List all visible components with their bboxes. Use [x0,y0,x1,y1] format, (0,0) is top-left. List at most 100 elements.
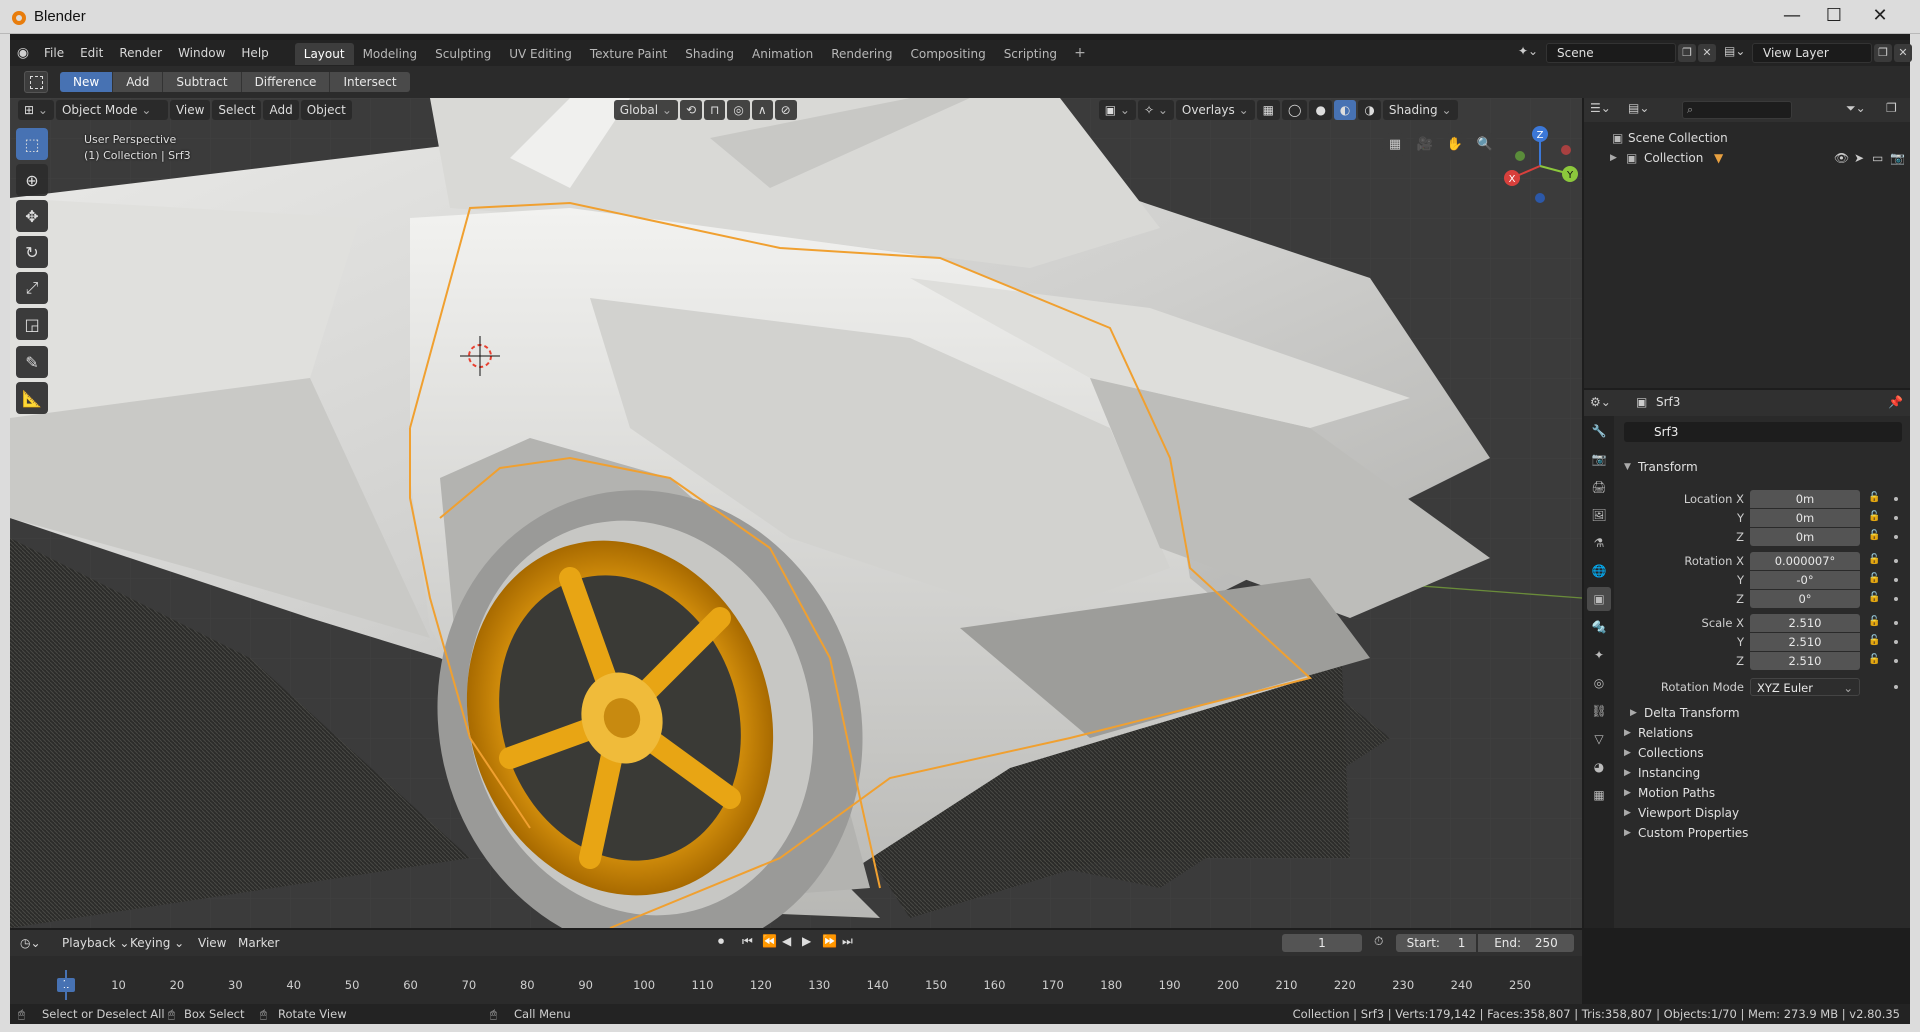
keyframe-dot-icon[interactable] [1894,685,1898,689]
data-tab-icon[interactable]: ▽ [1587,727,1611,751]
outliner-row-collection[interactable]: ▶ ▣ Collection ▼ 👁 ➤ ▭ 📷 [1584,148,1910,168]
tab-animation[interactable]: Animation [743,43,822,65]
visibility-eye-icon[interactable]: 👁 [1834,148,1849,168]
tab-compositing[interactable]: Compositing [901,43,994,65]
rotation-z-field[interactable]: 0° [1750,590,1860,608]
shading-wireframe-icon[interactable]: ◯ [1282,100,1308,120]
show-gizmo-icon[interactable]: ✧ [1137,100,1174,120]
object-tab-icon[interactable]: ▣ [1587,587,1611,611]
mode-new-button[interactable]: New [60,72,114,92]
object-mode-dropdown[interactable]: Object Mode [55,100,168,120]
lock-icon[interactable]: 🔓 [1868,530,1880,542]
filter-icon[interactable]: ⏷⌄ [1846,101,1866,116]
keyframe-dot-icon[interactable] [1894,535,1898,539]
annotate-tool-icon[interactable]: ✎ [16,346,48,378]
keyframe-dot-icon[interactable] [1894,497,1898,501]
add-workspace-button[interactable]: + [1066,45,1094,61]
texture-tab-icon[interactable]: ▦ [1587,783,1611,807]
tab-texture-paint[interactable]: Texture Paint [581,43,676,65]
close-button[interactable]: ✕ [1860,2,1900,30]
rotation-x-field[interactable]: 0.000007° [1750,552,1860,570]
location-y-field[interactable]: 0m [1750,509,1860,527]
menu-help[interactable]: Help [233,40,276,66]
jump-end-icon[interactable]: ⏭ [842,934,853,949]
mode-subtract-button[interactable]: Subtract [163,72,242,92]
custom-properties-panel-header[interactable]: ▶ Custom Properties [1614,822,1910,844]
keyframe-dot-icon[interactable] [1894,578,1898,582]
outliner-row-scene-collection[interactable]: ▣ Scene Collection [1584,128,1910,148]
end-frame-field[interactable]: End: 250 [1478,934,1574,952]
timeline-menu-keying[interactable]: Keying ⌄ [130,934,184,952]
selectable-arrow-icon[interactable]: ➤ [1854,148,1864,168]
transform-tool-icon[interactable]: ◲ [16,308,48,340]
scene-tab-icon[interactable]: ⚗ [1587,531,1611,555]
modifier-tab-icon[interactable]: 🔩 [1587,615,1611,639]
blender-menu-icon[interactable]: ◉ [10,40,36,66]
cursor-tool-icon[interactable]: ⊕ [16,164,48,196]
location-x-field[interactable]: 0m [1750,490,1860,508]
proportional-edit-icon[interactable]: ◎ [727,100,750,120]
play-icon[interactable]: ▶ [802,934,811,948]
keyframe-dot-icon[interactable] [1894,597,1898,601]
delta-transform-panel-header[interactable]: ▶ Delta Transform [1614,702,1910,724]
tab-modeling[interactable]: Modeling [354,43,427,65]
keyframe-dot-icon[interactable] [1894,621,1898,625]
keyframe-dot-icon[interactable] [1894,516,1898,520]
playhead-line[interactable] [65,970,67,1000]
world-tab-icon[interactable]: 🌐 [1587,559,1611,583]
shading-rendered-icon[interactable]: ◑ [1358,100,1381,120]
scale-y-field[interactable]: 2.510 [1750,633,1860,651]
view-layer-tab-icon[interactable]: 🖼 [1587,503,1611,527]
shading-material-icon[interactable]: ◐ [1333,100,1357,120]
viewport-menu-add[interactable]: Add [263,100,299,120]
timeline-menu-view[interactable]: View [198,934,226,952]
display-mode-icon[interactable]: ▤⌄ [1628,101,1649,115]
rotation-mode-dropdown[interactable]: XYZ Euler ⌄ [1750,678,1860,696]
shading-solid-icon[interactable]: ● [1309,100,1332,120]
output-tab-icon[interactable]: 🖨 [1587,475,1611,499]
navigation-gizmo[interactable]: Z Y X [1500,126,1580,206]
lock-icon[interactable]: 🔓 [1868,573,1880,585]
render-tab-icon[interactable]: 📷 [1587,447,1611,471]
move-tool-icon[interactable]: ✥ [16,200,48,232]
tab-sculpting[interactable]: Sculpting [426,43,500,65]
relations-panel-header[interactable]: ▶ Relations [1614,722,1910,744]
viewport-menu-view[interactable]: View [169,100,211,120]
jump-keyframe-back-icon[interactable]: ⏪ [762,934,777,948]
timeline-menu-marker[interactable]: Marker [238,934,279,952]
lock-icon[interactable]: 🔓 [1868,511,1880,523]
particles-tab-icon[interactable]: ✦ [1587,643,1611,667]
falloff-icon[interactable]: ∧ [751,100,773,120]
toggle-camera-icon[interactable]: ▦ [1382,132,1408,158]
play-reverse-icon[interactable]: ◀ [782,934,791,948]
pivot-icon[interactable]: ⟲ [679,100,702,120]
outliner-search-input[interactable]: ⌕ [1682,101,1792,119]
3d-viewport[interactable]: ⊞ Object Mode View Select Add Object Glo… [10,98,1582,928]
delete-scene-button[interactable]: ✕ [1698,44,1716,62]
minimize-button[interactable]: — [1772,2,1812,30]
pin-icon[interactable]: 📌 [1888,395,1903,409]
lock-icon[interactable]: 🔓 [1868,616,1880,628]
rotate-tool-icon[interactable]: ↻ [16,236,48,268]
lock-icon[interactable]: 🔓 [1868,554,1880,566]
camera-view-icon[interactable]: 🎥 [1412,132,1438,158]
editor-type-icon[interactable]: ⊞ [18,100,54,120]
lock-icon[interactable]: 🔓 [1868,654,1880,666]
timeline-ruler[interactable]: 1 10203040506070809010011012013014015016… [10,976,1582,998]
tool-tab-icon[interactable]: 🔧 [1587,419,1611,443]
zoom-view-icon[interactable]: 🔍 [1472,132,1498,158]
tab-rendering[interactable]: Rendering [822,43,901,65]
scene-field[interactable]: Scene [1546,43,1676,63]
overlays-dropdown[interactable]: Overlays [1175,100,1255,120]
stopwatch-icon[interactable]: ⏱ [1374,934,1383,949]
view-layer-selector-icon[interactable]: ▤⌄ [1724,44,1750,62]
tab-scripting[interactable]: Scripting [995,43,1066,65]
new-collection-icon[interactable]: ❐ [1886,101,1897,115]
keyframe-dot-icon[interactable] [1894,659,1898,663]
snap-icon[interactable]: ⊓ [704,100,726,120]
new-scene-button[interactable]: ❐ [1678,44,1696,62]
view-layer-field[interactable]: View Layer [1752,43,1872,63]
measure-tool-icon[interactable]: 📐 [16,382,48,414]
record-icon[interactable]: ⏺ [718,934,724,949]
start-frame-field[interactable]: Start: 1 [1396,934,1476,952]
